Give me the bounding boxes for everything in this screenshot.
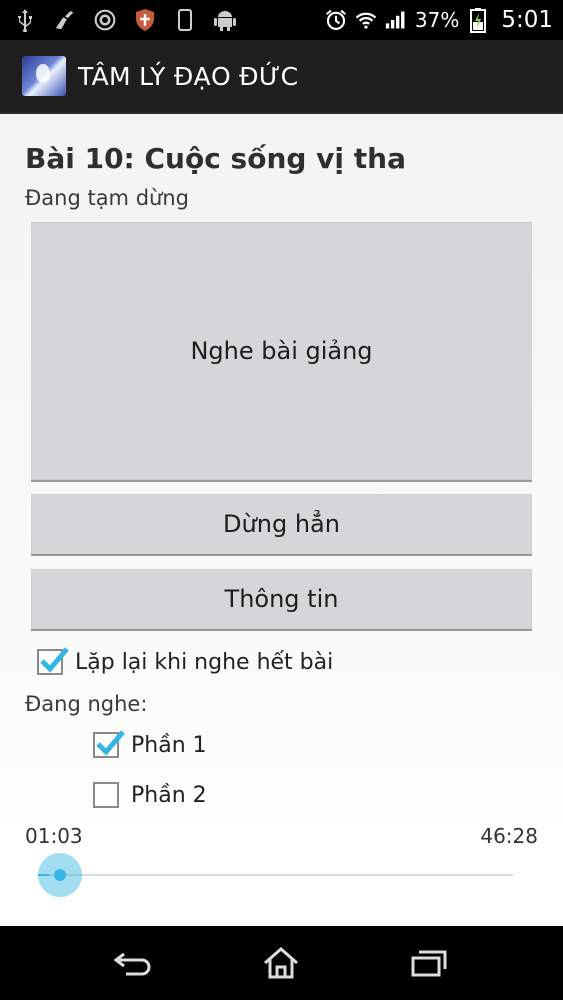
repeat-checkbox[interactable] [37, 647, 69, 675]
home-icon [264, 947, 299, 979]
phone-icon [174, 8, 196, 32]
navigation-bar [0, 926, 563, 1000]
recent-apps-icon [411, 950, 447, 977]
app-title: TÂM LÝ ĐẠO ĐỨC [78, 61, 299, 91]
alarm-icon [325, 8, 347, 32]
repeat-label: Lặp lại khi nghe hết bài [75, 649, 334, 675]
action-bar: TÂM LÝ ĐẠO ĐỨC [0, 40, 563, 114]
repeat-checkbox-row[interactable]: Lặp lại khi nghe hết bài [37, 647, 334, 675]
seek-bar[interactable] [38, 874, 513, 876]
part-1-label: Phần 1 [131, 732, 207, 758]
app-logo-icon[interactable] [22, 56, 66, 96]
recent-apps-button[interactable] [399, 938, 459, 988]
checkmark-icon [96, 730, 125, 756]
home-button[interactable] [251, 938, 311, 988]
listen-button[interactable]: Nghe bài giảng [31, 222, 532, 480]
stop-button[interactable]: Dừng hẳn [31, 494, 532, 554]
status-bar: 37% 5:01 [0, 0, 563, 40]
main-content: Bài 10: Cuộc sống vị tha Đang tạm dừng N… [0, 114, 563, 926]
shield-icon [134, 8, 156, 32]
seek-thumb[interactable] [37, 853, 82, 897]
total-time: 46:28 [480, 824, 538, 848]
info-button[interactable]: Thông tin [31, 569, 532, 629]
signal-icon [385, 8, 407, 32]
part-2-checkbox-row[interactable]: Phần 2 [93, 782, 207, 808]
part-2-checkbox[interactable] [93, 782, 119, 808]
usb-icon [14, 8, 36, 32]
wifi-icon [355, 8, 377, 32]
battery-percent: 37% [414, 8, 460, 32]
back-button[interactable] [104, 938, 164, 988]
back-icon [113, 952, 151, 976]
sync-icon [94, 8, 116, 32]
clock: 5:01 [501, 7, 553, 33]
part-2-label: Phần 2 [131, 782, 207, 808]
battery-charging-icon [467, 8, 489, 33]
lesson-title: Bài 10: Cuộc sống vị tha [25, 142, 406, 175]
checkmark-icon [40, 647, 69, 673]
part-1-checkbox[interactable] [93, 730, 125, 758]
current-time: 01:03 [25, 824, 83, 848]
part-1-checkbox-row[interactable]: Phần 1 [93, 730, 207, 758]
listening-heading: Đang nghe: [25, 692, 148, 716]
cleaner-icon [54, 8, 76, 32]
playback-status: Đang tạm dừng [25, 186, 189, 210]
android-icon [214, 8, 236, 32]
